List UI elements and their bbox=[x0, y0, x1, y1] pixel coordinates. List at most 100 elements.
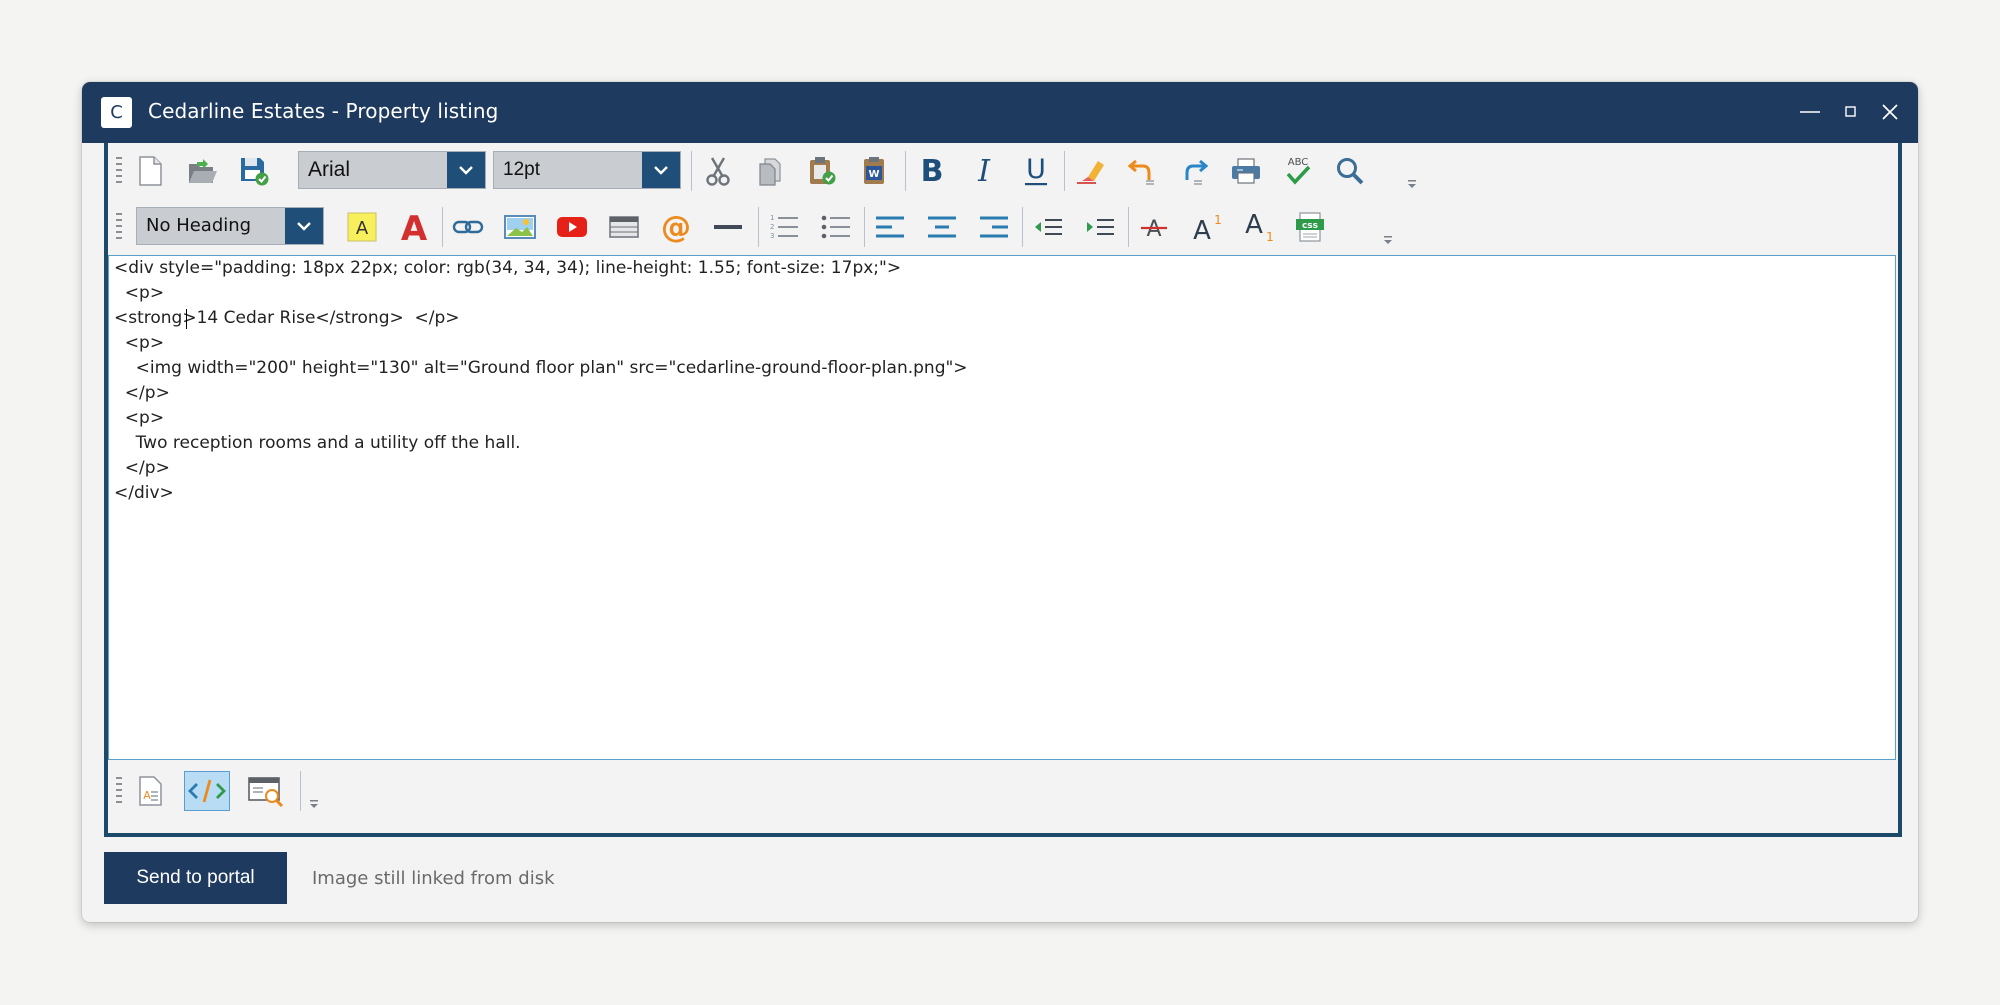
superscript-icon[interactable]: A1 bbox=[1184, 205, 1228, 249]
source-line: </div> bbox=[114, 483, 174, 503]
insert-table-icon[interactable] bbox=[602, 205, 646, 249]
insert-email-icon[interactable]: @ bbox=[654, 205, 698, 249]
source-line: <div style="padding: 18px 22px; color: r… bbox=[114, 258, 902, 278]
svg-text:B: B bbox=[921, 154, 944, 188]
view-mode-toolbar: A bbox=[108, 763, 1898, 819]
new-document-icon[interactable] bbox=[128, 149, 172, 193]
save-icon[interactable] bbox=[232, 149, 276, 193]
source-line: <p> bbox=[114, 333, 165, 353]
minimize-button[interactable] bbox=[1790, 96, 1830, 128]
design-view-icon[interactable]: A bbox=[128, 771, 172, 811]
html-source-editor[interactable]: <div style="padding: 18px 22px; color: r… bbox=[108, 255, 1896, 760]
close-button[interactable] bbox=[1870, 96, 1910, 128]
svg-text:U: U bbox=[1026, 154, 1046, 185]
toolbar-separator bbox=[864, 207, 865, 247]
svg-text:A: A bbox=[1245, 211, 1263, 240]
insert-image-icon[interactable] bbox=[498, 205, 542, 249]
preview-icon[interactable] bbox=[244, 771, 288, 811]
svg-text:@: @ bbox=[661, 210, 691, 244]
font-family-value: Arial bbox=[308, 158, 351, 181]
toolbar-grip-icon[interactable] bbox=[116, 211, 124, 243]
paste-word-label: W bbox=[868, 169, 879, 180]
toolbar-grip-icon[interactable] bbox=[116, 155, 124, 187]
strikethrough-icon[interactable]: A bbox=[1132, 205, 1176, 249]
source-line: <img width="200" height="130" alt="Groun… bbox=[114, 358, 968, 378]
editor-window: C Cedarline Estates - Property listing A… bbox=[82, 82, 1918, 922]
font-color-icon[interactable]: A bbox=[392, 205, 436, 249]
font-color-letter: A bbox=[401, 210, 428, 244]
toolbar-separator bbox=[442, 207, 443, 247]
font-size-select[interactable]: 12pt bbox=[493, 151, 681, 189]
insert-link-icon[interactable] bbox=[446, 205, 490, 249]
svg-text:A: A bbox=[143, 789, 151, 802]
spellcheck-label: ABC bbox=[1288, 157, 1309, 168]
toolbar-separator bbox=[905, 151, 906, 191]
source-line: </p> bbox=[114, 458, 170, 478]
source-line: <strong>14 Cedar Rise</strong> </p> bbox=[114, 308, 460, 328]
chevron-down-icon[interactable] bbox=[285, 208, 323, 244]
toolbar-grip-icon[interactable] bbox=[116, 775, 124, 807]
cut-icon[interactable] bbox=[696, 149, 740, 193]
html-source-icon[interactable] bbox=[184, 771, 230, 811]
toolbar-overflow-icon[interactable] bbox=[308, 797, 320, 811]
source-line: Two reception rooms and a utility off th… bbox=[114, 433, 521, 453]
status-message: Image still linked from disk bbox=[312, 868, 555, 889]
subscript-icon[interactable]: A1 bbox=[1236, 205, 1280, 249]
maximize-button[interactable] bbox=[1830, 96, 1870, 128]
toolbar-separator bbox=[1128, 207, 1129, 247]
spellcheck-icon[interactable]: ABC bbox=[1276, 149, 1320, 193]
title-bar[interactable]: C Cedarline Estates - Property listing bbox=[82, 82, 1918, 143]
format-toolbar: No Heading A A @ 1 2 3 A A 1 A 1 css bbox=[108, 199, 1898, 255]
find-icon[interactable] bbox=[1328, 149, 1372, 193]
open-folder-icon[interactable] bbox=[180, 149, 224, 193]
indent-icon[interactable] bbox=[1078, 205, 1122, 249]
insert-video-icon[interactable] bbox=[550, 205, 594, 249]
css-label: css bbox=[1302, 221, 1318, 231]
toolbar-overflow-icon[interactable] bbox=[1406, 177, 1418, 191]
paste-from-word-icon[interactable]: W bbox=[852, 149, 896, 193]
toolbar-separator bbox=[300, 771, 301, 811]
undo-icon[interactable] bbox=[1120, 149, 1164, 193]
clear-formatting-icon[interactable] bbox=[1068, 149, 1112, 193]
redo-icon[interactable] bbox=[1172, 149, 1216, 193]
align-center-icon[interactable] bbox=[920, 205, 964, 249]
print-icon[interactable] bbox=[1224, 149, 1268, 193]
chevron-down-icon[interactable] bbox=[447, 152, 485, 188]
horizontal-rule-icon[interactable] bbox=[706, 205, 750, 249]
align-left-icon[interactable] bbox=[868, 205, 912, 249]
toolbar-separator bbox=[758, 207, 759, 247]
source-line: <p> bbox=[114, 408, 165, 428]
copy-icon[interactable] bbox=[748, 149, 792, 193]
paste-icon[interactable] bbox=[800, 149, 844, 193]
send-to-portal-button[interactable]: Send to portal bbox=[104, 852, 287, 904]
font-family-select[interactable]: Arial bbox=[298, 151, 486, 189]
heading-select[interactable]: No Heading bbox=[136, 207, 324, 245]
window-title: Cedarline Estates - Property listing bbox=[148, 99, 499, 123]
source-line: </p> bbox=[114, 383, 170, 403]
font-size-value: 12pt bbox=[503, 159, 540, 180]
align-right-icon[interactable] bbox=[972, 205, 1016, 249]
toolbar-overflow-icon[interactable] bbox=[1382, 233, 1394, 247]
underline-icon[interactable]: U bbox=[1014, 149, 1058, 193]
svg-text:2: 2 bbox=[770, 223, 774, 231]
chevron-down-icon[interactable] bbox=[642, 152, 680, 188]
svg-text:1: 1 bbox=[1266, 230, 1274, 243]
italic-icon[interactable]: I bbox=[962, 149, 1006, 193]
toolbar-separator bbox=[691, 151, 692, 191]
source-line: <p> bbox=[114, 283, 165, 303]
highlight-color-icon[interactable]: A bbox=[340, 205, 384, 249]
css-icon[interactable]: css bbox=[1288, 205, 1332, 249]
svg-text:I: I bbox=[977, 154, 991, 188]
main-toolbar: Arial 12pt W B I U ABC bbox=[108, 143, 1898, 199]
unordered-list-icon[interactable] bbox=[814, 205, 858, 249]
svg-text:1: 1 bbox=[770, 214, 774, 222]
ordered-list-icon[interactable]: 123 bbox=[762, 205, 806, 249]
highlight-letter: A bbox=[356, 218, 369, 239]
bold-icon[interactable]: B bbox=[910, 149, 954, 193]
text-caret bbox=[186, 309, 187, 329]
svg-text:1: 1 bbox=[1214, 213, 1222, 227]
svg-text:A: A bbox=[1193, 216, 1211, 243]
outdent-icon[interactable] bbox=[1026, 205, 1070, 249]
app-logo: C bbox=[101, 97, 132, 128]
toolbar-separator bbox=[1022, 207, 1023, 247]
